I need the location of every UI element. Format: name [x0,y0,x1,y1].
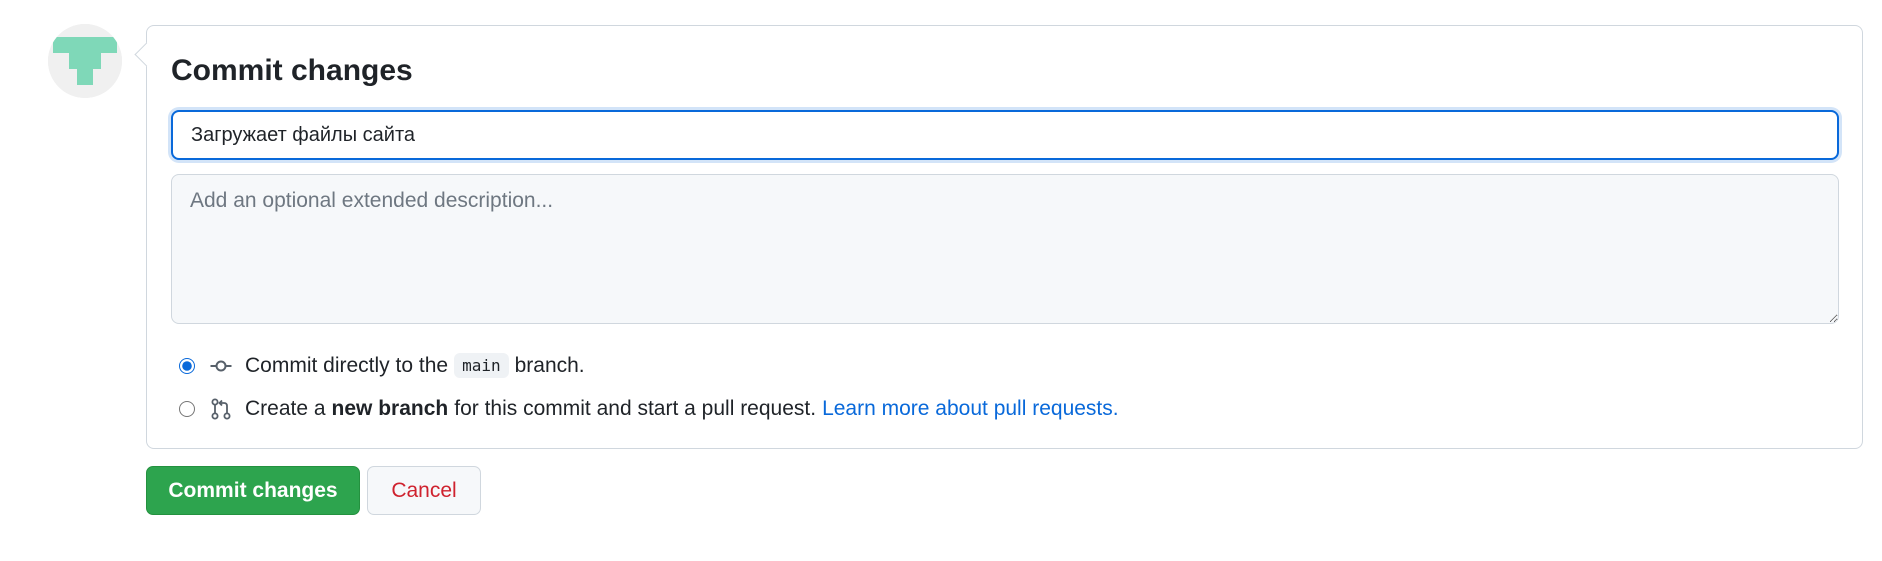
commit-title: Commit changes [171,54,413,87]
new-branch-bold: new branch [331,397,449,420]
user-avatar[interactable] [48,24,122,98]
commit-changes-button[interactable]: Commit changes [146,466,360,515]
commit-direct-suffix: branch. [514,353,585,377]
commit-direct-option[interactable]: Commit directly to the main branch. [179,353,585,378]
new-branch-suffix: for this commit and start a pull request… [454,397,817,420]
cancel-button[interactable]: Cancel [367,466,481,515]
new-branch-prefix: Create a [245,397,326,420]
new-branch-radio[interactable] [179,401,195,417]
identicon-avatar-icon [48,24,122,98]
git-pull-request-icon [211,398,231,420]
learn-more-pull-requests-link[interactable]: Learn more about pull requests. [822,397,1119,421]
branch-name-badge: main [454,353,509,378]
commit-summary-input[interactable] [171,110,1839,160]
git-commit-icon [210,360,232,371]
commit-direct-radio[interactable] [179,357,195,374]
panel-pointer [134,42,159,67]
commit-description-textarea[interactable] [171,174,1839,324]
commit-direct-prefix: Commit directly to the [245,353,449,377]
new-branch-option[interactable]: Create a new branch for this commit and … [179,397,1119,421]
commit-changes-panel: Commit changes Commit directly to the ma… [134,25,1863,449]
commit-form-page: Commit changes Commit directly to the ma… [0,0,1882,561]
